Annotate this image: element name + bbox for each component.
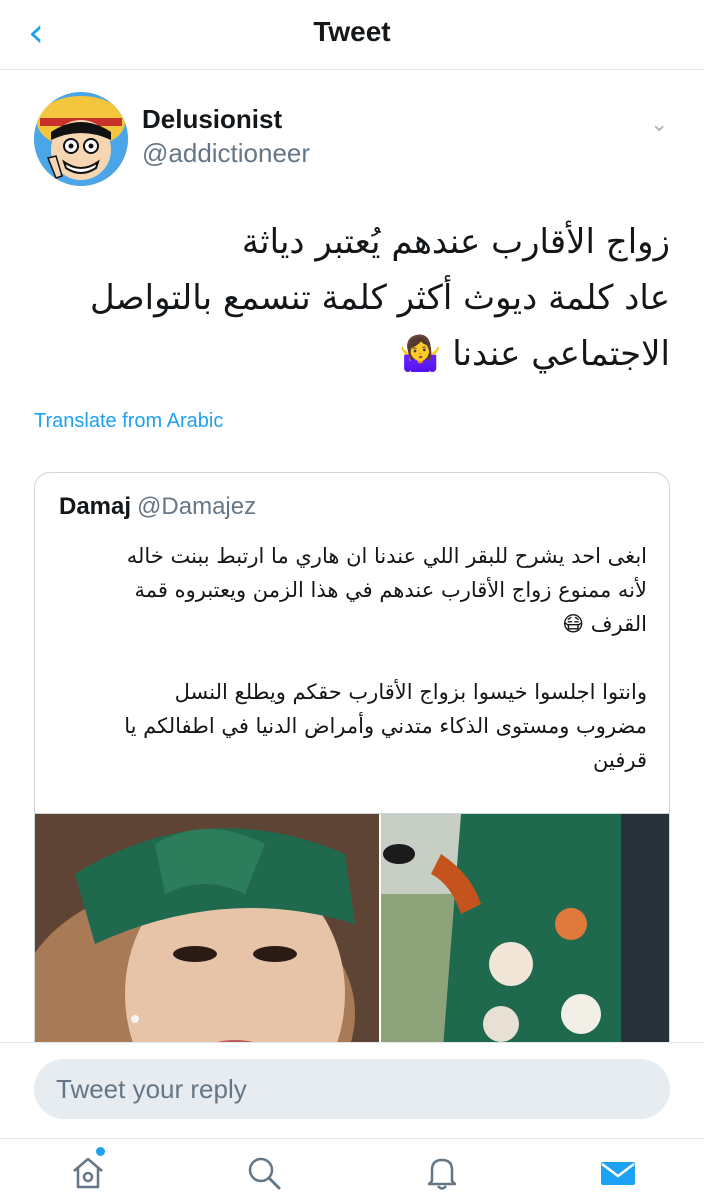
reply-bar — [0, 1042, 704, 1138]
tab-home[interactable] — [68, 1147, 108, 1193]
mail-icon — [601, 1162, 635, 1185]
translate-link[interactable]: Translate from Arabic — [34, 410, 223, 433]
photo-dress-image — [381, 814, 669, 1071]
top-bar: ‹ Tweet — [0, 0, 704, 70]
more-options-chevron-down-icon[interactable]: ⌄ — [650, 112, 668, 137]
quoted-tweet-header: Damaj @Damajez — [59, 493, 256, 521]
photo-left[interactable] — [35, 814, 379, 1071]
search-icon — [248, 1157, 281, 1190]
quoted-display-name: Damaj — [59, 493, 132, 520]
tab-messages[interactable] — [598, 1153, 638, 1193]
notification-dot — [96, 1147, 105, 1156]
quoted-handle: @Damajez — [137, 493, 257, 520]
tweet-text: زواج الأقارب عندهم يُعتبر دياثة عاد كلمة… — [90, 222, 670, 374]
quoted-tweet-text: ابغى احد يشرح للبقر اللي عندنا ان هاري م… — [124, 544, 647, 772]
page-title: Tweet — [313, 16, 391, 47]
author-display-name[interactable]: Delusionist — [142, 104, 282, 135]
avatar[interactable] — [34, 92, 128, 186]
bell-icon — [427, 1158, 457, 1190]
reply-input[interactable] — [34, 1059, 670, 1119]
quoted-tweet[interactable]: Damaj @Damajez ابغى احد يشرح للبقر اللي ع… — [34, 472, 670, 1072]
photo-right[interactable] — [381, 814, 669, 1071]
tab-search[interactable] — [244, 1153, 284, 1193]
avatar-image — [34, 92, 128, 186]
bottom-tab-bar — [0, 1138, 704, 1200]
photo-portrait-image — [35, 814, 379, 1071]
author-handle[interactable]: @addictioneer — [142, 138, 310, 169]
quoted-media — [35, 813, 669, 1071]
home-icon — [73, 1157, 103, 1189]
tab-notifications[interactable] — [422, 1153, 462, 1193]
